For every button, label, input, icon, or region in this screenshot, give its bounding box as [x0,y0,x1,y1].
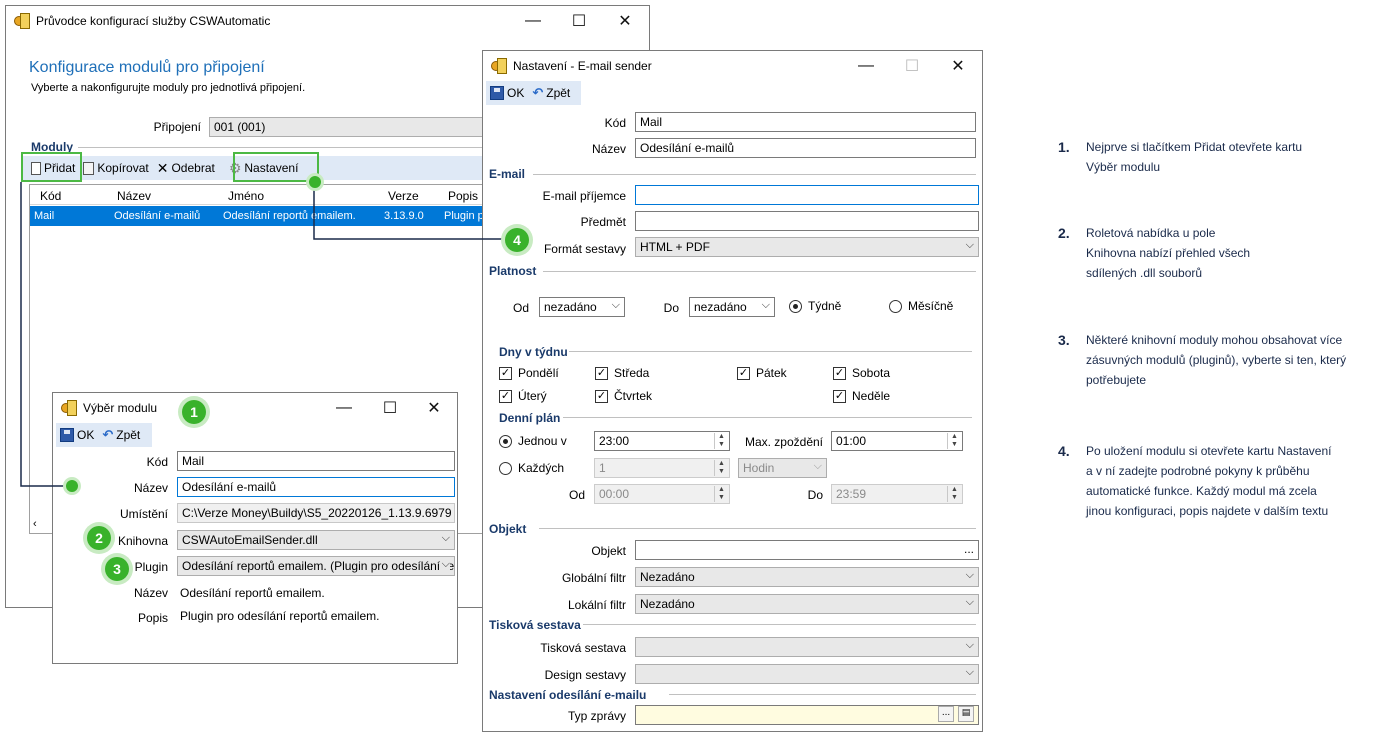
note-text: Po uložení modulu si otevřete kartu Nast… [1086,444,1332,518]
note-text: Nejprve si tlačítkem Přidat otevřete kar… [1086,140,1303,174]
connector-dot [309,176,321,188]
badge-3: 3 [105,557,129,581]
note-4: 4. Po uložení modulu si otevřete kartu N… [1058,441,1358,521]
connector-dot [66,480,78,492]
note-number: 4. [1058,443,1070,459]
note-number: 1. [1058,139,1070,155]
note-1: 1. Nejprve si tlačítkem Přidat otevřete … [1058,137,1358,177]
note-text: Některé knihovní moduly mohou obsahovat … [1086,333,1347,387]
badge-4: 4 [505,228,529,252]
note-2: 2. Roletová nabídka u pole Knihovna nabí… [1058,223,1358,283]
badge-2: 2 [87,526,111,550]
note-number: 2. [1058,225,1070,241]
note-number: 3. [1058,332,1070,348]
note-text: Roletová nabídka u pole Knihovna nabízí … [1086,226,1251,280]
badge-1: 1 [182,400,206,424]
note-3: 3. Některé knihovní moduly mohou obsahov… [1058,330,1358,390]
